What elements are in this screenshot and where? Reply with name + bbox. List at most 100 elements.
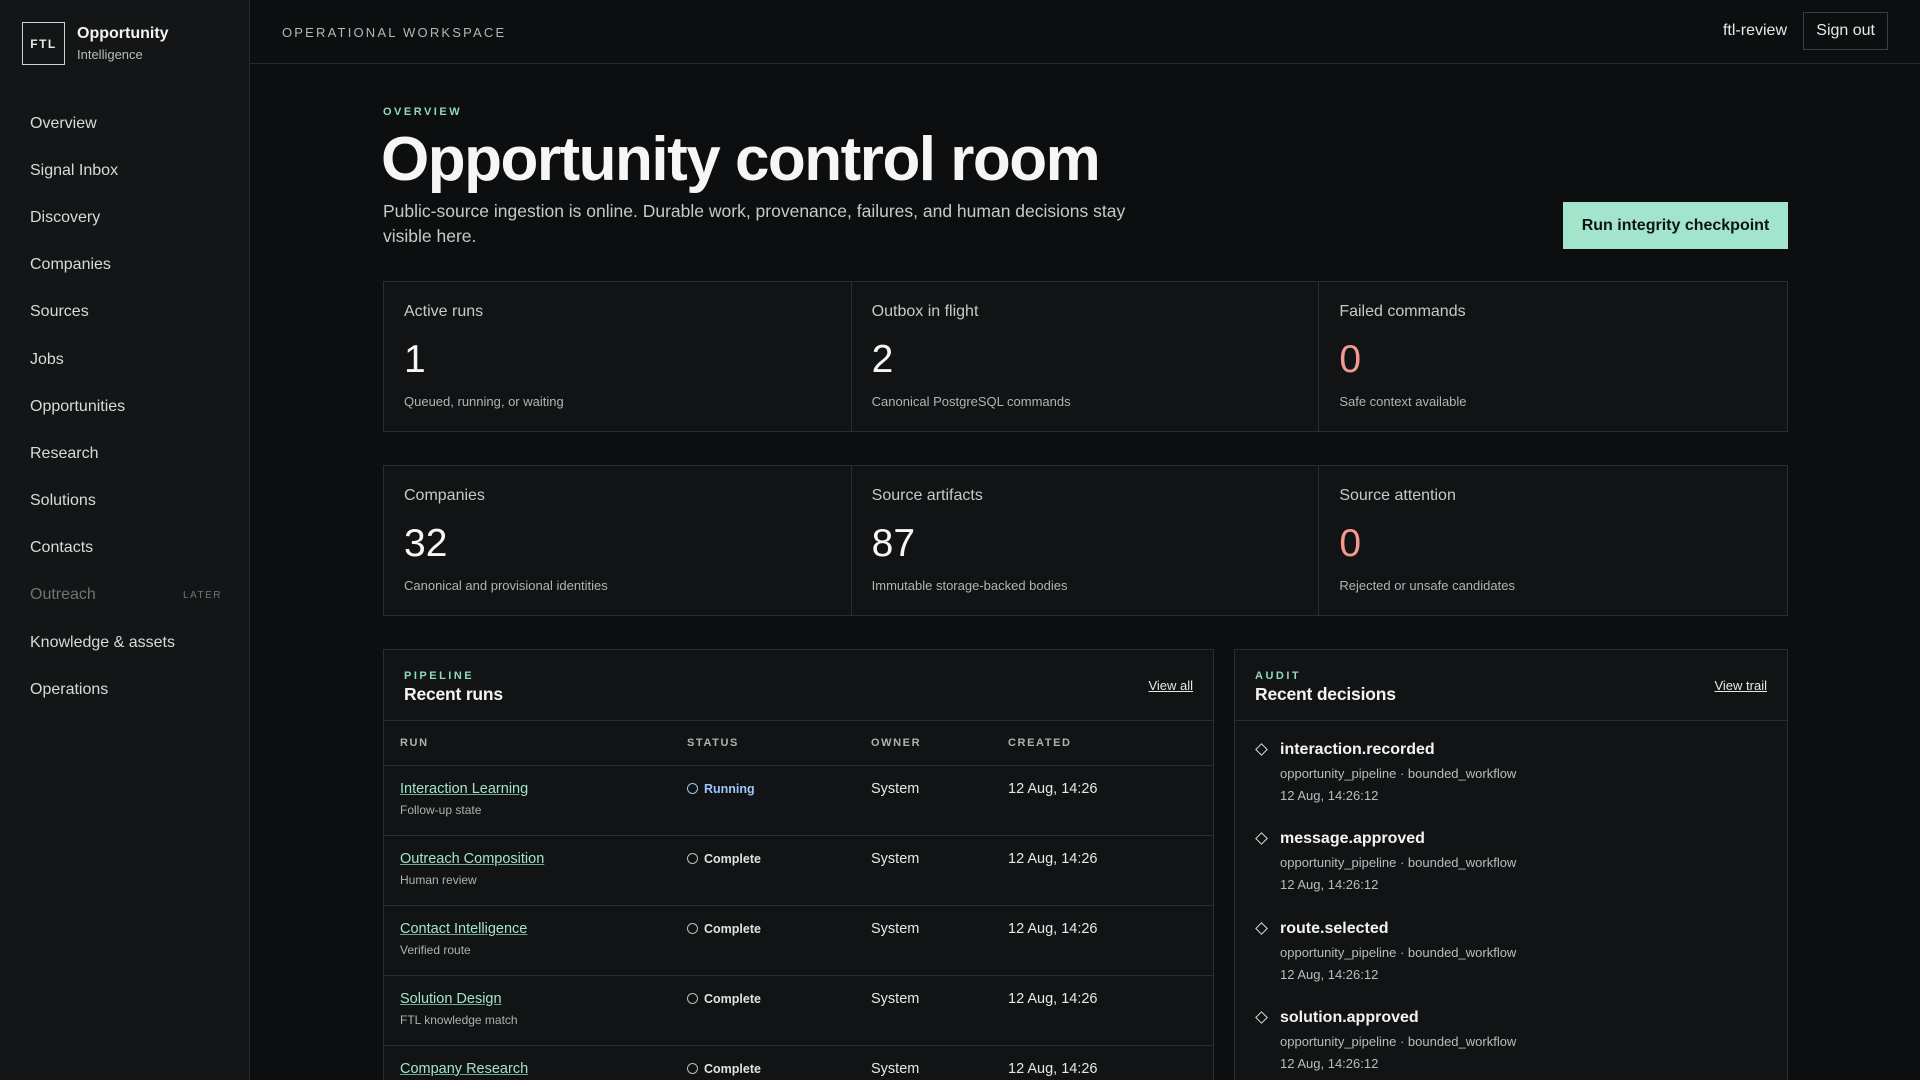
sidebar-item-operations[interactable]: Operations <box>0 666 250 713</box>
sidebar-item-label: Signal Inbox <box>30 161 119 179</box>
stat-card-source-artifacts: Source artifacts 87 Immutable storage-ba… <box>852 466 1320 615</box>
stat-label: Outbox in flight <box>871 303 979 320</box>
table-header-row: RUN STATUS OWNER CREATED <box>384 721 1213 766</box>
stat-card-active-runs: Active runs 1 Queued, running, or waitin… <box>384 282 852 431</box>
stats-row-runs: Active runs 1 Queued, running, or waitin… <box>383 281 1788 432</box>
stat-note: Canonical PostgreSQL commands <box>871 394 1071 409</box>
stat-label: Source attention <box>1339 487 1456 504</box>
run-link[interactable]: Company Research <box>400 1061 528 1077</box>
sidebar-item-contacts[interactable]: Contacts <box>0 525 250 572</box>
list-item: solution.approved opportunity_pipeline ·… <box>1255 989 1767 1078</box>
decision-meta: opportunity_pipeline · bounded_workflow <box>1280 766 1517 781</box>
stat-note: Canonical and provisional identities <box>404 578 608 593</box>
decision-title: interaction.recorded <box>1280 741 1435 758</box>
column-header-run: RUN <box>384 721 687 766</box>
stat-label: Active runs <box>404 303 484 320</box>
created-cell: 12 Aug, 14:26 <box>1008 1060 1098 1077</box>
page-eyebrow: OVERVIEW <box>383 106 463 118</box>
owner-cell: System <box>871 1060 920 1077</box>
status-badge: Complete <box>687 852 871 866</box>
table-row: Solution Design FTL knowledge match Compl… <box>384 975 1213 1046</box>
diamond-icon <box>1255 921 1268 935</box>
sidebar-item-discovery[interactable]: Discovery <box>0 194 250 241</box>
run-link[interactable]: Interaction Learning <box>400 781 528 797</box>
brand-text: Opportunity Intelligence <box>77 24 169 64</box>
status-circle-icon <box>687 923 698 934</box>
runs-table: RUN STATUS OWNER CREATED Interaction Lea… <box>384 721 1213 1080</box>
decision-time: 12 Aug, 14:26:12 <box>1280 877 1379 893</box>
sidebar-item-label: Discovery <box>30 208 101 226</box>
sidebar-item-overview[interactable]: Overview <box>0 100 250 147</box>
created-cell: 12 Aug, 14:26 <box>1008 920 1098 937</box>
page-description: Public-source ingestion is online. Durab… <box>383 201 1126 246</box>
list-item: route.selected opportunity_pipeline · bo… <box>1255 900 1767 989</box>
stats-row-sources: Companies 32 Canonical and provisional i… <box>383 465 1788 616</box>
status-text: Complete <box>704 851 761 866</box>
status-badge: Complete <box>687 1062 871 1076</box>
owner-cell: System <box>871 920 920 937</box>
audit-list: interaction.recorded opportunity_pipelin… <box>1235 721 1787 1078</box>
stat-value: 2 <box>871 338 894 381</box>
sidebar: FTL Opportunity Intelligence Overview Si… <box>0 0 250 1080</box>
table-row: Company Research Complete System 12 Aug,… <box>384 1045 1213 1080</box>
status-badge: Complete <box>687 992 871 1006</box>
decision-time: 12 Aug, 14:26:12 <box>1280 966 1379 982</box>
view-trail-link[interactable]: View trail <box>1714 678 1767 693</box>
decision-title: solution.approved <box>1280 1008 1419 1026</box>
table-row: Outreach Composition Human review Complet… <box>384 835 1213 906</box>
sidebar-item-label: Contacts <box>30 539 94 557</box>
run-link[interactable]: Outreach Composition <box>400 851 544 867</box>
table-row: Contact Intelligence Verified route Compl… <box>384 905 1213 976</box>
workspace-label: OPERATIONAL WORKSPACE <box>282 25 507 40</box>
stat-card-outbox-in-flight: Outbox in flight 2 Canonical PostgreSQL … <box>852 282 1320 431</box>
sidebar-item-opportunities[interactable]: Opportunities <box>0 383 250 430</box>
sidebar-item-sources[interactable]: Sources <box>0 289 250 336</box>
owner-cell: System <box>871 990 920 1007</box>
sidebar-item-research[interactable]: Research <box>0 430 250 477</box>
status-text: Running <box>704 781 755 796</box>
stat-value: 0 <box>1339 338 1362 381</box>
stat-value: 87 <box>871 522 916 565</box>
sidebar-item-label: Sources <box>30 303 89 321</box>
current-user: ftl-review <box>1722 22 1787 39</box>
view-all-link[interactable]: View all <box>1148 678 1193 693</box>
diamond-icon <box>1255 1011 1268 1024</box>
brand-logo: FTL <box>22 22 65 65</box>
stat-label: Source artifacts <box>871 487 983 504</box>
panel-title: Recent runs <box>404 684 503 704</box>
owner-cell: System <box>871 780 920 797</box>
decision-meta: opportunity_pipeline · bounded_workflow <box>1280 855 1517 871</box>
brand[interactable]: FTL Opportunity Intelligence <box>22 22 169 65</box>
sidebar-item-knowledge-assets[interactable]: Knowledge & assets <box>0 619 250 666</box>
topbar: OPERATIONAL WORKSPACE ftl-review Sign ou… <box>250 0 1920 64</box>
sidebar-item-solutions[interactable]: Solutions <box>0 478 250 525</box>
run-link[interactable]: Contact Intelligence <box>400 921 527 937</box>
stat-card-source-attention: Source attention 0 Rejected or unsafe ca… <box>1319 466 1787 615</box>
sidebar-item-jobs[interactable]: Jobs <box>0 336 250 383</box>
run-integrity-checkpoint-button[interactable]: Run integrity checkpoint <box>1563 202 1788 249</box>
list-item: interaction.recorded opportunity_pipelin… <box>1255 721 1767 810</box>
brand-title: Opportunity <box>77 24 169 42</box>
status-circle-icon <box>687 993 698 1004</box>
sidebar-item-signal-inbox[interactable]: Signal Inbox <box>0 147 250 194</box>
sidebar-item-label: Jobs <box>30 350 64 368</box>
sidebar-item-label: Operations <box>30 680 109 698</box>
stat-value: 1 <box>404 338 426 381</box>
sign-out-button[interactable]: Sign out <box>1803 12 1888 50</box>
decision-time: 12 Aug, 14:26:12 <box>1280 1055 1379 1071</box>
column-header-status: STATUS <box>687 721 871 766</box>
owner-cell: System <box>871 850 920 867</box>
run-subtitle: Follow-up state <box>400 802 482 817</box>
stat-note: Safe context available <box>1339 394 1467 409</box>
stat-note: Queued, running, or waiting <box>404 394 564 409</box>
sidebar-item-label: Research <box>30 444 99 462</box>
decision-title: route.selected <box>1280 919 1389 937</box>
sidebar-item-companies[interactable]: Companies <box>0 242 250 289</box>
stat-note: Rejected or unsafe candidates <box>1339 578 1515 593</box>
run-link[interactable]: Solution Design <box>400 991 502 1007</box>
stat-label: Failed commands <box>1339 303 1466 320</box>
decision-meta: opportunity_pipeline · bounded_workflow <box>1280 1033 1517 1049</box>
page-title: Opportunity control room <box>381 125 1101 194</box>
sidebar-nav: Overview Signal Inbox Discovery Companie… <box>0 100 250 713</box>
column-header-created: CREATED <box>1008 721 1213 766</box>
